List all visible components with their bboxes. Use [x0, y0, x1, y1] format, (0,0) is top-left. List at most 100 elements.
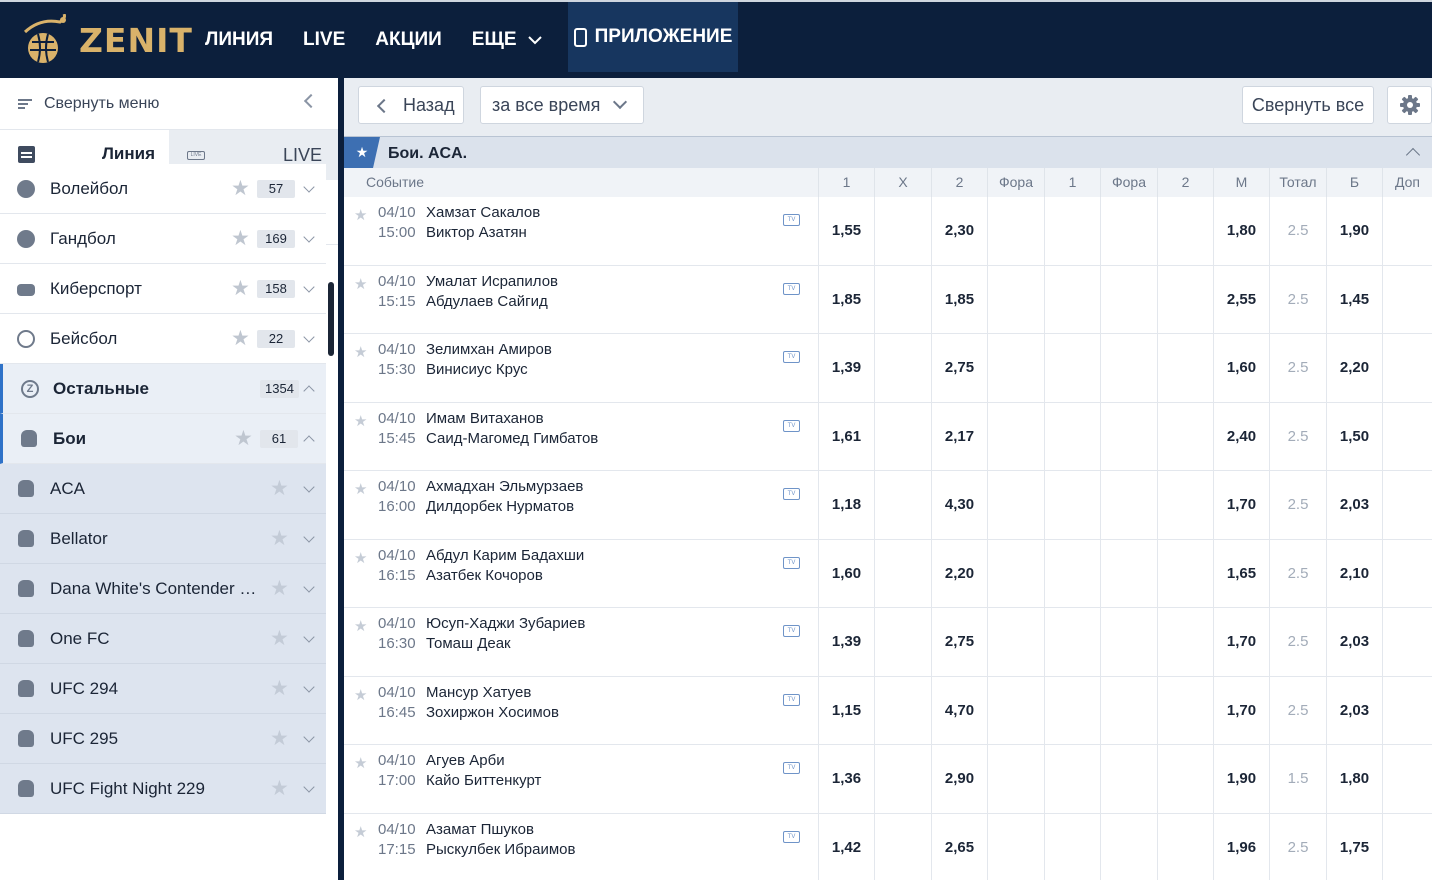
chevron-down-icon[interactable] [303, 731, 315, 743]
odds-over-cell[interactable]: 1,50 [1326, 402, 1382, 471]
tv-icon[interactable]: TV [783, 351, 800, 363]
tv-icon[interactable]: TV [783, 419, 800, 432]
star-icon[interactable]: ★ [270, 578, 290, 599]
sidebar-league-bellator[interactable]: Bellator ★ [0, 514, 326, 564]
chevron-up-icon[interactable] [1405, 147, 1421, 163]
tv-icon[interactable]: TV [783, 693, 800, 706]
period-select[interactable]: за все время [480, 86, 644, 124]
table-row[interactable]: ★ 04/10 15:45 Имам Витаханов Саид-Магомед Ги… [344, 402, 1432, 471]
collapse-menu-button[interactable]: Свернуть меню [0, 78, 338, 130]
chevron-down-icon[interactable] [303, 181, 315, 193]
participant-1[interactable]: Хамзат Сакалов [426, 204, 540, 221]
star-icon[interactable]: ★ [354, 617, 367, 635]
participant-1[interactable]: Имам Витаханов [426, 410, 544, 427]
odds-1-cell[interactable]: 1,55 [818, 197, 874, 265]
odds-over-cell[interactable]: 1,45 [1326, 265, 1382, 334]
sidebar-scrollbar[interactable] [328, 282, 334, 356]
participant-1[interactable]: Азамат Пшуков [426, 821, 534, 838]
participant-2[interactable]: Азатбек Кочоров [426, 567, 543, 584]
star-icon[interactable]: ★ [270, 528, 290, 549]
chevron-down-icon[interactable] [303, 681, 315, 693]
sidebar-league-dana-white[interactable]: Dana White's Contender Se... ★ [0, 564, 326, 614]
zenit-logo[interactable]: ZENIT [20, 12, 193, 68]
odds-2-cell[interactable]: 4,70 [931, 676, 987, 745]
participant-2[interactable]: Виктор Азатян [426, 224, 527, 241]
star-icon[interactable]: ★ [354, 754, 367, 772]
star-icon[interactable]: ★ [231, 178, 251, 199]
table-row[interactable]: ★ 04/10 15:15 Умалат Исрапилов Абдулаев Сайг… [344, 265, 1432, 334]
odds-2-cell[interactable]: 4,30 [931, 471, 987, 539]
sidebar-league-ufc-294[interactable]: UFC 294 ★ [0, 664, 326, 714]
chevron-down-icon[interactable] [303, 581, 315, 593]
participant-2[interactable]: Абдулаев Сайгид [426, 293, 548, 310]
star-icon[interactable]: ★ [344, 137, 380, 169]
nav-promos[interactable]: АКЦИИ [360, 2, 457, 78]
odds-1-cell[interactable]: 1,18 [818, 471, 874, 539]
odds-1-cell[interactable]: 1,36 [818, 745, 874, 813]
odds-2-cell[interactable]: 2,75 [931, 608, 987, 676]
odds-under-cell[interactable]: 1,90 [1213, 745, 1269, 813]
table-row[interactable]: ★ 04/10 16:15 Абдул Карим Бадахши Азатбек Ко… [344, 539, 1432, 608]
odds-2-cell[interactable]: 2,75 [931, 334, 987, 402]
odds-2-cell[interactable]: 2,30 [931, 197, 987, 265]
app-button[interactable]: ПРИЛОЖЕНИЕ [568, 2, 738, 72]
odds-2-cell[interactable]: 2,17 [931, 402, 987, 471]
odds-over-cell[interactable]: 1,90 [1326, 197, 1382, 265]
nav-more[interactable]: ЕЩЕ [457, 2, 558, 78]
participant-2[interactable]: Рыскулбек Ибраимов [426, 841, 576, 858]
participant-1[interactable]: Абдул Карим Бадахши [426, 547, 584, 564]
chevron-down-icon[interactable] [303, 331, 315, 343]
chevron-down-icon[interactable] [303, 281, 315, 293]
odds-2-cell[interactable]: 2,20 [931, 539, 987, 608]
odds-over-cell[interactable]: 2,03 [1326, 471, 1382, 539]
settings-button[interactable] [1387, 86, 1432, 124]
star-icon[interactable]: ★ [270, 778, 290, 799]
star-icon[interactable]: ★ [270, 478, 290, 499]
sidebar-item-handball[interactable]: Гандбол ★ 169 [0, 214, 326, 264]
sidebar-league-ufc-fn-229[interactable]: UFC Fight Night 229 ★ [0, 764, 326, 814]
odds-1-cell[interactable]: 1,61 [818, 402, 874, 471]
participant-2[interactable]: Кайо Биттенкурт [426, 772, 541, 789]
sidebar-item-esports[interactable]: Киберспорт ★ 158 [0, 264, 326, 314]
odds-1-cell[interactable]: 1,85 [818, 265, 874, 334]
participant-2[interactable]: Томаш Деак [426, 635, 511, 652]
table-row[interactable]: ★ 04/10 15:30 Зелимхан Амиров Винисиус Крус T… [344, 334, 1432, 403]
tv-icon[interactable]: TV [783, 625, 800, 637]
star-icon[interactable]: ★ [270, 678, 290, 699]
sidebar-item-fights[interactable]: Бои ★ 61 [0, 414, 326, 464]
participant-1[interactable]: Ахмадхан Эльмурзаев [426, 478, 583, 495]
odds-2-cell[interactable]: 2,65 [931, 813, 987, 880]
sidebar-league-ufc-295[interactable]: UFC 295 ★ [0, 714, 326, 764]
participant-1[interactable]: Умалат Исрапилов [426, 273, 558, 290]
odds-over-cell[interactable]: 2,20 [1326, 334, 1382, 402]
table-row[interactable]: ★ 04/10 16:00 Ахмадхан Эльмурзаев Дилдорбек … [344, 471, 1432, 540]
participant-2[interactable]: Зохиржон Хосимов [426, 704, 559, 721]
odds-1-cell[interactable]: 1,39 [818, 608, 874, 676]
odds-over-cell[interactable]: 1,75 [1326, 813, 1382, 880]
star-icon[interactable]: ★ [354, 686, 367, 704]
participant-1[interactable]: Зелимхан Амиров [426, 341, 552, 358]
league-header[interactable]: ★ Бои. ACA. [344, 136, 1432, 169]
tv-icon[interactable]: TV [783, 762, 800, 774]
odds-2-cell[interactable]: 1,85 [931, 265, 987, 334]
odds-1-cell[interactable]: 1,39 [818, 334, 874, 402]
odds-over-cell[interactable]: 1,80 [1326, 745, 1382, 813]
odds-1-cell[interactable]: 1,42 [818, 813, 874, 880]
star-icon[interactable]: ★ [270, 728, 290, 749]
odds-over-cell[interactable]: 2,03 [1326, 676, 1382, 745]
odds-2-cell[interactable]: 2,90 [931, 745, 987, 813]
chevron-down-icon[interactable] [303, 631, 315, 643]
sidebar-item-volleyball[interactable]: Волейбол ★ 57 [0, 164, 326, 214]
odds-under-cell[interactable]: 1,96 [1213, 813, 1269, 880]
chevron-up-icon[interactable] [303, 435, 315, 447]
star-icon[interactable]: ★ [231, 328, 251, 349]
table-row[interactable]: ★ 04/10 15:00 Хамзат Сакалов Виктор Азатян TV… [344, 197, 1432, 266]
participant-1[interactable]: Агуев Арби [426, 752, 505, 769]
star-icon[interactable]: ★ [354, 275, 367, 293]
sidebar-league-aca[interactable]: ACA ★ [0, 464, 326, 514]
odds-under-cell[interactable]: 1,65 [1213, 539, 1269, 608]
participant-1[interactable]: Мансур Хатуев [426, 684, 531, 701]
tv-icon[interactable]: TV [783, 282, 800, 295]
tv-icon[interactable]: TV [783, 830, 800, 843]
sidebar-item-baseball[interactable]: Бейсбол ★ 22 [0, 314, 326, 364]
